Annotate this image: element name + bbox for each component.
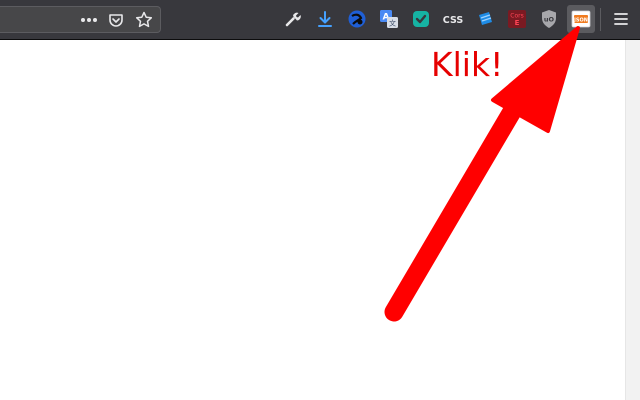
ublock-icon[interactable]: uO [535, 5, 563, 33]
page-actions-icon[interactable] [76, 7, 102, 32]
json-viewer-icon[interactable]: JSON [567, 5, 595, 33]
css-text-icon[interactable]: CSS [439, 5, 467, 33]
svg-text:uO: uO [544, 16, 555, 24]
blue-globe-icon[interactable] [343, 5, 371, 33]
bookmark-star-icon[interactable] [131, 7, 157, 32]
wrench-icon[interactable] [279, 5, 307, 33]
svg-text:CSS: CSS [443, 15, 464, 26]
download-icon[interactable] [311, 5, 339, 33]
browser-toolbar: A文 CSS Cors E uO JSON [0, 0, 640, 40]
toolbar-separator [600, 8, 601, 31]
blue-box-icon[interactable] [471, 5, 499, 33]
annotation-label: Klik! [431, 45, 504, 84]
translate-icon[interactable]: A文 [375, 5, 403, 33]
svg-text:E: E [515, 19, 520, 27]
cors-e-icon[interactable]: Cors E [503, 5, 531, 33]
svg-text:文: 文 [389, 19, 396, 28]
checkmark-shield-icon[interactable] [407, 5, 435, 33]
page-content [0, 40, 625, 400]
vertical-scrollbar[interactable] [625, 40, 640, 400]
url-bar[interactable] [0, 6, 161, 33]
pocket-icon[interactable] [103, 7, 129, 32]
hamburger-menu-icon[interactable] [607, 5, 635, 33]
svg-text:JSON: JSON [573, 17, 588, 23]
